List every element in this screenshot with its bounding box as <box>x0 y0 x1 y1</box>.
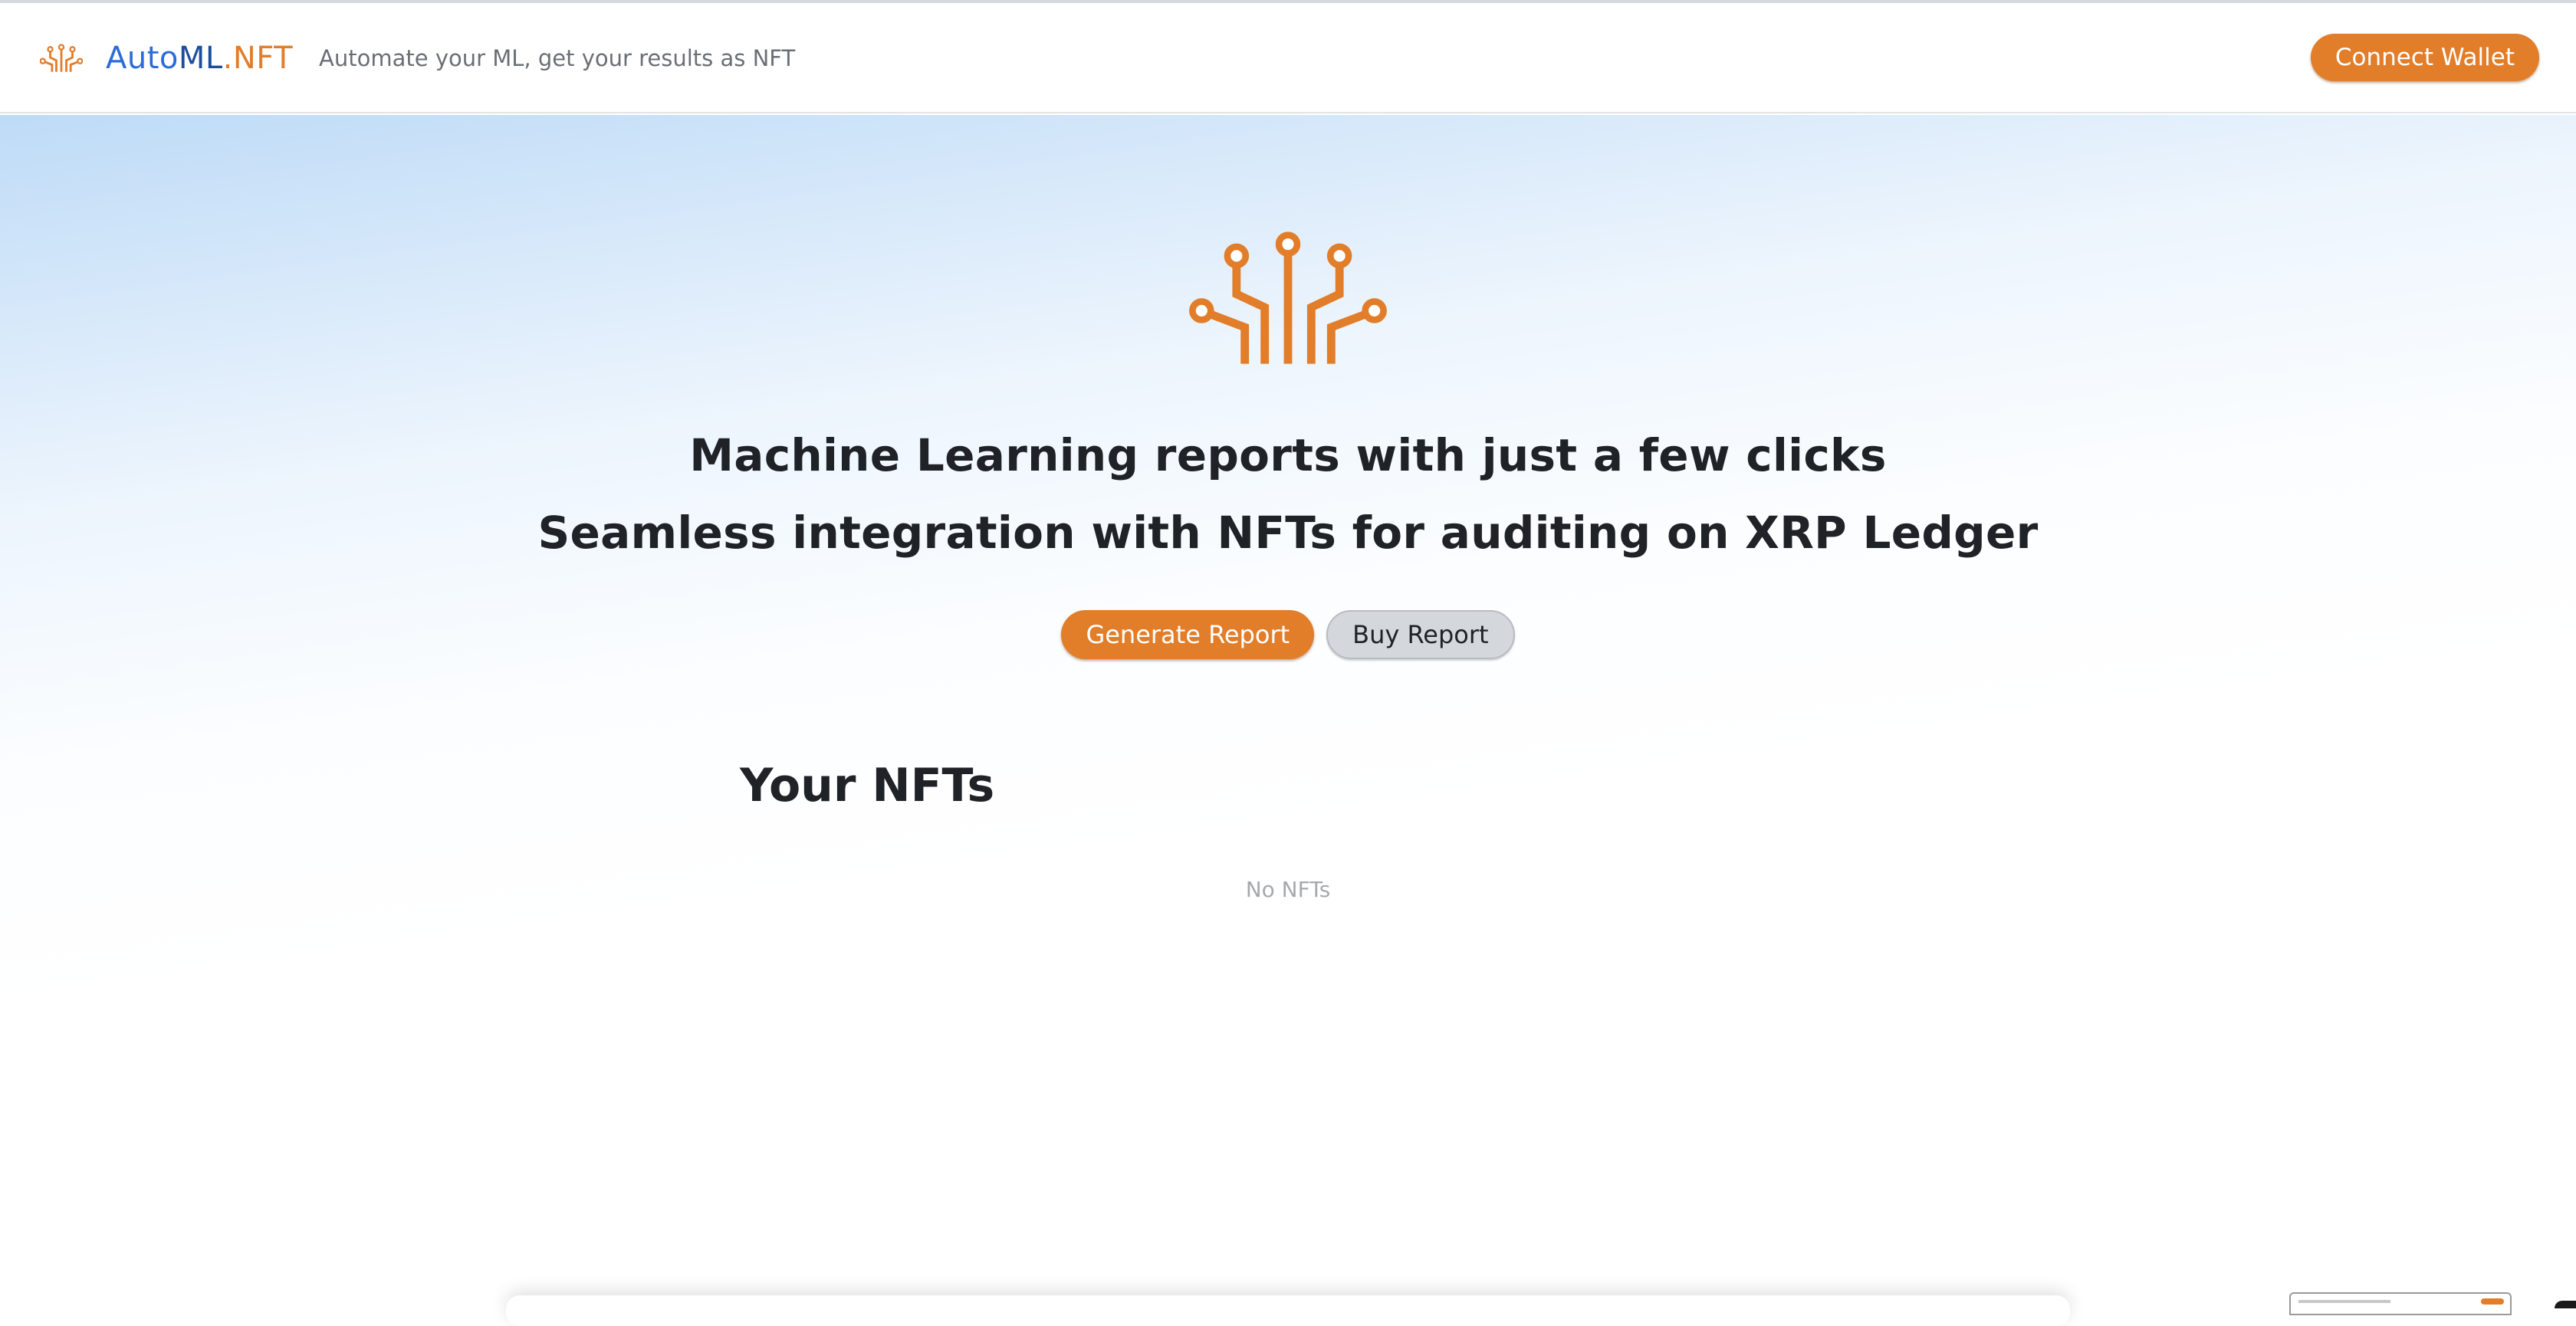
hero-actions: Generate Report Buy Report <box>0 610 2576 659</box>
floating-panel-edge <box>506 1295 2070 1326</box>
brand-name-auto: Auto <box>106 41 179 76</box>
window-thumbnail-preview[interactable] <box>2289 1292 2512 1315</box>
thumbnail-button <box>2481 1298 2504 1305</box>
brand-name: AutoML.NFT <box>106 41 293 76</box>
nfts-empty-state: No NFTs <box>0 877 2576 902</box>
generate-report-button[interactable]: Generate Report <box>1061 610 1314 659</box>
nfts-section-title: Your NFTs <box>740 759 994 812</box>
hero-section: Machine Learning reports with just a few… <box>0 115 2576 1308</box>
thumbnail-header-bar <box>2298 1300 2390 1303</box>
brand[interactable]: AutoML.NFT Automate your ML, get your re… <box>40 3 795 113</box>
top-navbar: AutoML.NFT Automate your ML, get your re… <box>0 3 2576 113</box>
buy-report-button[interactable]: Buy Report <box>1326 610 1514 659</box>
hero-subheadline: Seamless integration with NFTs for audit… <box>0 507 2576 559</box>
brand-name-ml: ML <box>179 41 223 76</box>
screen-corner <box>2555 1301 2576 1308</box>
circuit-tree-icon <box>1188 230 1388 365</box>
circuit-tree-icon <box>40 37 83 80</box>
connect-wallet-button[interactable]: Connect Wallet <box>2311 34 2539 81</box>
brand-tagline: Automate your ML, get your results as NF… <box>319 45 795 71</box>
hero-headline: Machine Learning reports with just a few… <box>0 429 2576 481</box>
brand-name-nft: .NFT <box>223 41 293 76</box>
